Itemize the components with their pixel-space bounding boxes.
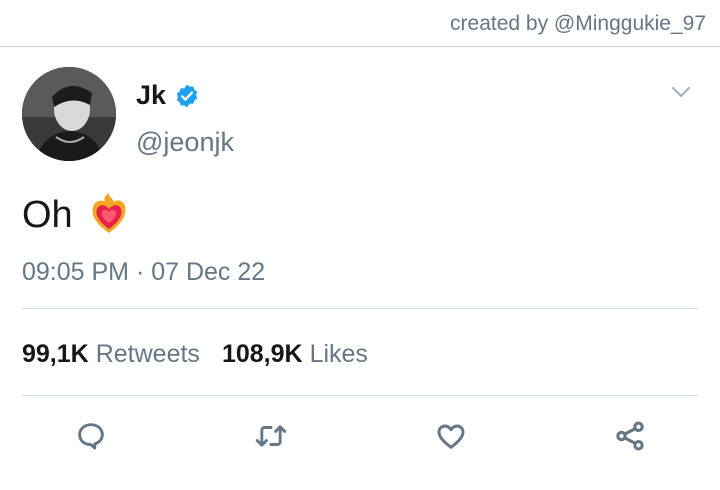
- avatar-photo: [22, 67, 116, 161]
- like-icon: [437, 424, 465, 449]
- likes-count[interactable]: 108,9K: [222, 340, 303, 369]
- like-button[interactable]: [433, 418, 469, 454]
- reply-icon: [78, 423, 104, 450]
- stats-top-divider: [22, 308, 698, 309]
- retweets-count[interactable]: 99,1K: [22, 340, 89, 369]
- retweets-label[interactable]: Retweets: [96, 340, 200, 369]
- tweet-stats: 99,1K Retweets 108,9K Likes: [22, 340, 368, 369]
- avatar[interactable]: [22, 67, 116, 161]
- stats-bottom-divider: [22, 395, 698, 396]
- author-name-row[interactable]: Jk: [136, 80, 200, 111]
- tweet-timestamp[interactable]: 09:05 PM · 07 Dec 22: [22, 258, 265, 287]
- likes-label[interactable]: Likes: [310, 340, 368, 369]
- retweet-icon: [255, 425, 287, 447]
- heart-on-fire-emoji-icon: [92, 193, 126, 233]
- display-name[interactable]: Jk: [136, 80, 166, 111]
- tweet-body: Oh: [22, 193, 131, 237]
- author-handle[interactable]: @jeonjk: [136, 127, 234, 158]
- share-icon: [616, 421, 644, 451]
- verified-badge-icon: [176, 84, 198, 107]
- share-button[interactable]: [612, 418, 648, 454]
- reply-button[interactable]: [73, 418, 109, 454]
- header-divider: [0, 46, 720, 47]
- tweet-text: Oh: [22, 193, 73, 236]
- retweet-button[interactable]: [253, 418, 289, 454]
- chevron-down-icon[interactable]: [670, 84, 692, 100]
- watermark-credit: created by @Minggukie_97: [450, 12, 706, 35]
